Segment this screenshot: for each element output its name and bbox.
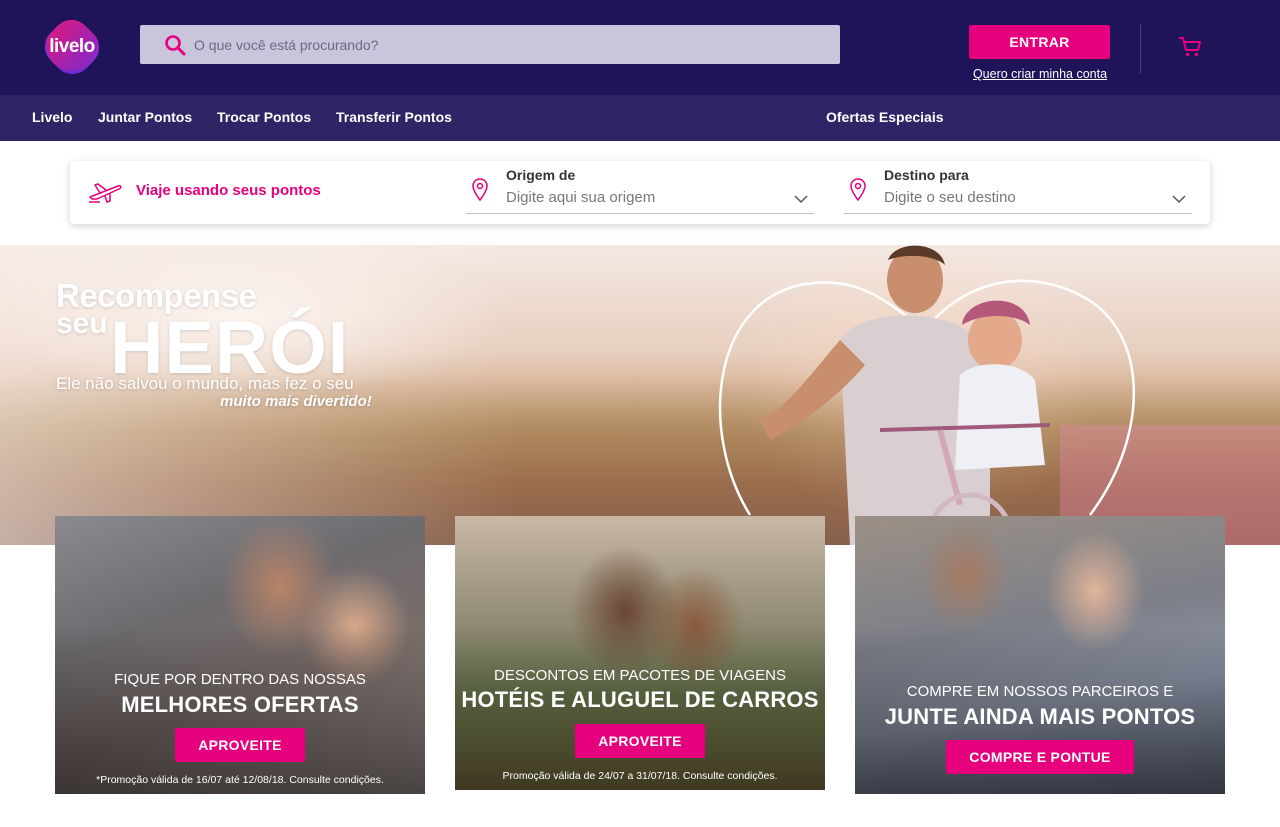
promo-card-parceiros[interactable]: COMPRE EM NOSSOS PARCEIROS E JUNTE AINDA… [855, 516, 1225, 794]
destination-input[interactable]: Digite o seu destino [884, 189, 1016, 206]
promo-headline: HOTÉIS E ALUGUEL DE CARROS [461, 687, 819, 712]
search-icon [165, 35, 186, 56]
origin-underline [466, 213, 814, 214]
search-input[interactable] [194, 25, 814, 64]
search-bar[interactable] [140, 25, 840, 64]
destination-underline [844, 213, 1192, 214]
promo-card-viagens[interactable]: DESCONTOS EM PACOTES DE VIAGENS HOTÉIS E… [455, 516, 825, 790]
promo-kicker: DESCONTOS EM PACOTES DE VIAGENS [493, 667, 786, 684]
promo-fine-print: *Promoção válida de 16/07 até 12/08/18. … [96, 774, 384, 786]
promo-headline: JUNTE AINDA MAIS PONTOS [884, 704, 1196, 729]
nav-item-trocar-pontos[interactable]: Trocar Pontos [217, 109, 311, 125]
hero-subtitle-emphasis: muito mais divertido! [220, 393, 372, 410]
travel-search-box: Viaje usando seus pontos Origem de Digit… [70, 161, 1210, 224]
hero-banner[interactable]: Recompense seu HERÓI Ele não salvou o mu… [0, 245, 1280, 545]
create-account-link[interactable]: Quero criar minha conta [962, 67, 1118, 81]
aproveite-button[interactable]: APROVEITE [575, 724, 705, 758]
location-pin-icon [472, 178, 488, 202]
hero-subtitle: Ele não salvou o mundo, mas fez o seu [56, 374, 354, 393]
promo-headline: MELHORES OFERTAS [121, 692, 359, 717]
plane-icon [89, 183, 122, 203]
promo-kicker: FIQUE POR DENTRO DAS NOSSAS [114, 671, 366, 688]
hero-photo-father-son-bike [718, 245, 1136, 545]
destination-field[interactable]: Destino para Digite o seu destino [844, 161, 1192, 224]
promo-card-ofertas[interactable]: FIQUE POR DENTRO DAS NOSSAS MELHORES OFE… [55, 516, 425, 794]
login-button[interactable]: ENTRAR [969, 25, 1110, 59]
travel-title: Viaje usando seus pontos [136, 182, 321, 199]
promo-fine-print: Promoção válida de 24/07 a 31/07/18. Con… [502, 770, 778, 782]
hero-title-line2: seu [56, 307, 108, 340]
chevron-down-icon[interactable] [1172, 194, 1186, 204]
location-pin-icon [850, 178, 866, 202]
nav-item-livelo[interactable]: Livelo [32, 109, 72, 125]
top-header: livelo ENTRAR Quero criar minha conta [0, 0, 1280, 95]
cart-icon[interactable] [1178, 36, 1202, 58]
compre-e-pontue-button[interactable]: COMPRE E PONTUE [946, 740, 1134, 774]
chevron-down-icon[interactable] [794, 194, 808, 204]
main-nav: Livelo Juntar Pontos Trocar Pontos Trans… [0, 95, 1280, 141]
header-divider [1140, 24, 1141, 74]
promo-kicker: COMPRE EM NOSSOS PARCEIROS E [906, 683, 1174, 700]
origin-field[interactable]: Origem de Digite aqui sua origem [466, 161, 814, 224]
nav-item-transferir-pontos[interactable]: Transferir Pontos [336, 109, 452, 125]
origin-label: Origem de [506, 167, 576, 183]
aproveite-button[interactable]: APROVEITE [175, 728, 305, 762]
nav-item-juntar-pontos[interactable]: Juntar Pontos [98, 109, 192, 125]
livelo-logo[interactable]: livelo [36, 11, 108, 83]
destination-label: Destino para [884, 167, 969, 183]
nav-item-ofertas-especiais[interactable]: Ofertas Especiais [826, 109, 944, 125]
origin-input[interactable]: Digite aqui sua origem [506, 189, 655, 206]
logo-text: livelo [49, 36, 95, 57]
